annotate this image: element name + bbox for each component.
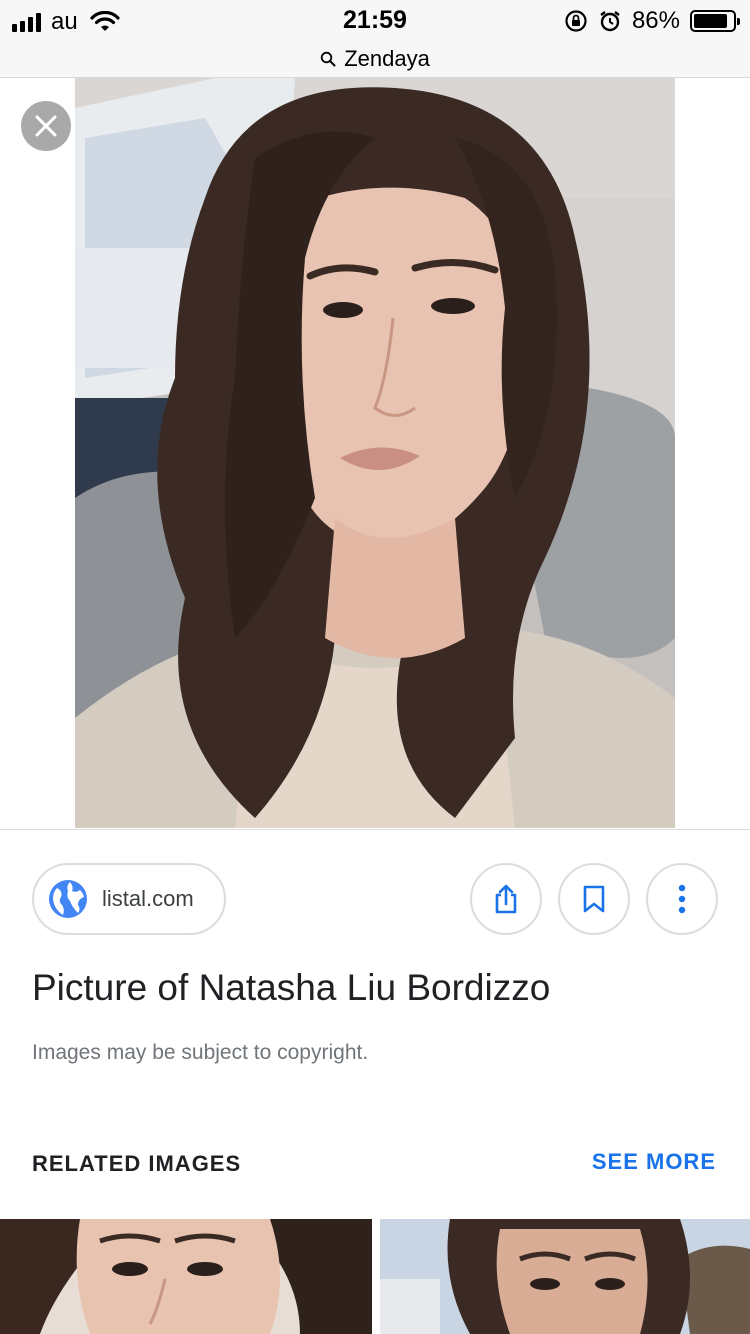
status-right: 86% — [564, 7, 740, 35]
save-button[interactable] — [558, 863, 630, 935]
close-icon — [35, 115, 57, 137]
photo-illustration — [75, 78, 675, 828]
close-button[interactable] — [21, 101, 71, 151]
search-icon — [320, 51, 336, 66]
related-image-thumbnail[interactable] — [0, 1219, 372, 1334]
url-bar[interactable]: Zendaya — [0, 40, 750, 78]
rotation-lock-icon — [565, 10, 587, 32]
image-viewer — [0, 78, 750, 830]
globe-icon — [49, 880, 87, 918]
image-title[interactable]: Picture of Natasha Liu Bordizzo — [32, 967, 550, 1009]
main-photo[interactable] — [75, 78, 675, 828]
related-image-thumbnail[interactable] — [380, 1219, 750, 1334]
battery-fill — [694, 14, 727, 28]
battery-percent: 86% — [631, 7, 680, 34]
alarm-icon — [600, 11, 620, 32]
share-button[interactable] — [470, 863, 542, 935]
search-query[interactable]: Zendaya — [344, 46, 430, 72]
source-label: listal.com — [102, 886, 194, 911]
copyright-notice: Images may be subject to copyright. — [32, 1041, 369, 1064]
related-images-heading: RELATED IMAGES — [32, 1151, 242, 1176]
thumbnail-illustration — [0, 1219, 372, 1334]
more-vert-icon — [678, 884, 686, 914]
see-more-link[interactable]: SEE MORE — [592, 1149, 716, 1175]
thumbnail-illustration — [380, 1219, 750, 1334]
status-bar: au 21:59 86% — [0, 0, 750, 40]
image-info-panel: listal.com Picture of Natasha Liu Bordiz… — [0, 831, 750, 1334]
share-icon — [495, 884, 517, 914]
battery-icon — [690, 10, 740, 32]
bookmark-icon — [583, 885, 605, 913]
source-link[interactable]: listal.com — [32, 863, 226, 935]
more-options-button[interactable] — [646, 863, 718, 935]
